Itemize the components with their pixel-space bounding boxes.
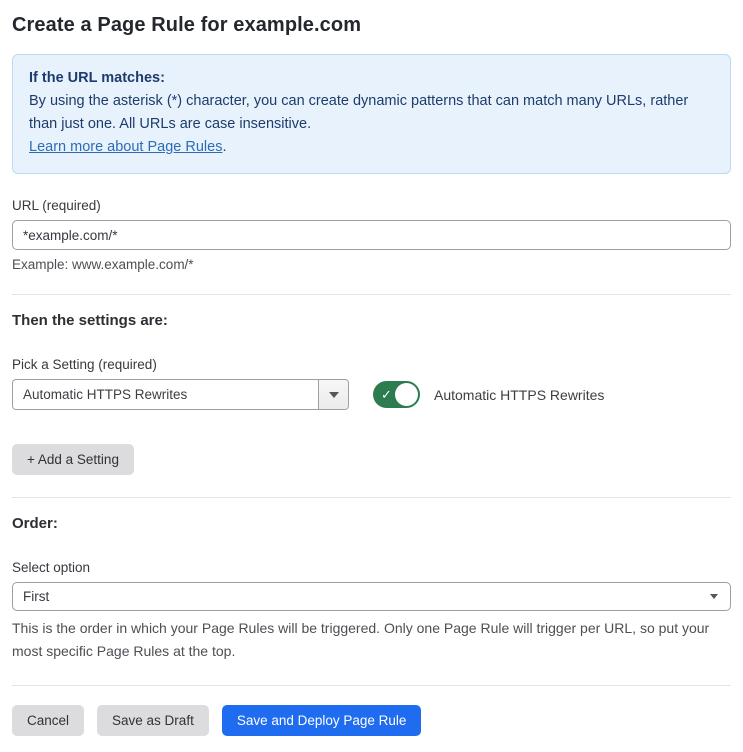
footer-actions: Cancel Save as Draft Save and Deploy Pag…: [12, 705, 731, 736]
automatic-https-rewrites-toggle[interactable]: ✓: [373, 381, 420, 408]
url-example-helper: Example: www.example.com/*: [12, 257, 194, 272]
chevron-down-icon: [710, 594, 718, 599]
settings-section-heading: Then the settings are:: [12, 312, 168, 329]
divider: [12, 294, 731, 295]
learn-more-link[interactable]: Learn more about Page Rules: [29, 139, 222, 155]
toggle-knob: [395, 383, 418, 406]
add-setting-button[interactable]: + Add a Setting: [12, 444, 134, 475]
create-page-rule-form: Create a Page Rule for example.com If th…: [0, 0, 743, 752]
order-select[interactable]: First: [12, 582, 731, 611]
check-icon: ✓: [381, 386, 392, 402]
page-title: Create a Page Rule for example.com: [12, 14, 362, 36]
info-box-link-line: Learn more about Page Rules.: [29, 136, 714, 159]
chevron-down-icon: [328, 391, 339, 398]
order-select-label: Select option: [12, 560, 91, 575]
order-select-value: First: [23, 589, 50, 604]
setting-select-arrow-button[interactable]: [318, 380, 348, 409]
setting-select[interactable]: Automatic HTTPS Rewrites: [12, 379, 349, 410]
setting-row: Automatic HTTPS Rewrites ✓ Automatic HTT…: [12, 379, 731, 410]
info-box-heading: If the URL matches:: [29, 70, 165, 86]
order-section-heading: Order:: [12, 515, 58, 532]
divider: [12, 497, 731, 498]
save-as-draft-button[interactable]: Save as Draft: [97, 705, 209, 736]
url-input[interactable]: [12, 220, 731, 250]
url-field-label: URL (required): [12, 198, 101, 213]
url-match-info-box: If the URL matches: By using the asteris…: [12, 54, 731, 174]
order-helper-text: This is the order in which your Page Rul…: [12, 620, 710, 659]
toggle-wrap: ✓ Automatic HTTPS Rewrites: [373, 381, 604, 408]
link-suffix: .: [222, 139, 227, 155]
setting-select-value: Automatic HTTPS Rewrites: [23, 387, 188, 402]
info-box-body: By using the asterisk (*) character, you…: [29, 93, 689, 132]
toggle-label: Automatic HTTPS Rewrites: [434, 386, 605, 403]
pick-setting-label: Pick a Setting (required): [12, 357, 157, 372]
cancel-button[interactable]: Cancel: [12, 705, 85, 736]
save-and-deploy-button[interactable]: Save and Deploy Page Rule: [221, 705, 422, 736]
